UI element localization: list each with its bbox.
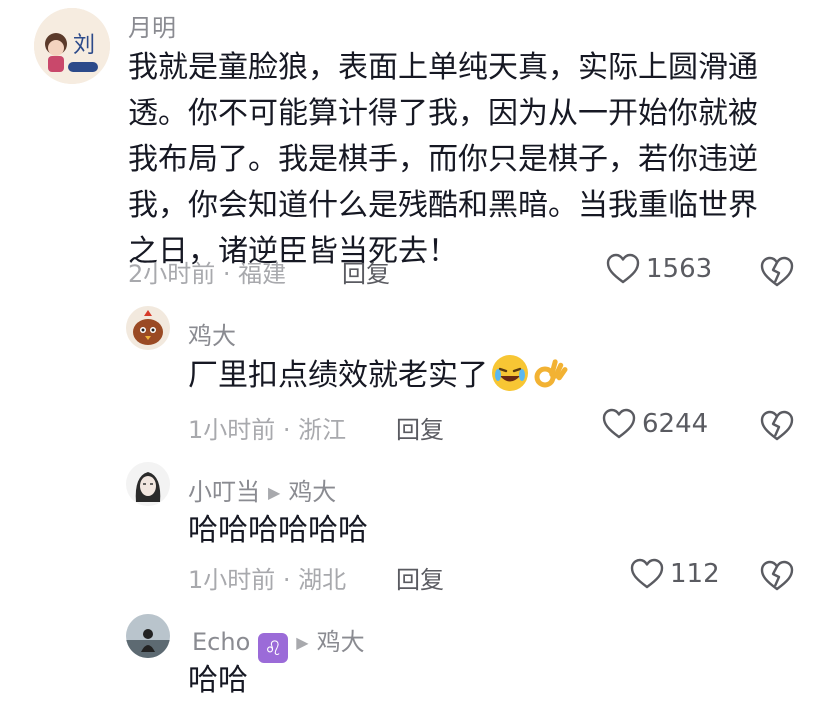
comment-author[interactable]: 鸡大 [188, 316, 236, 351]
avatar[interactable] [126, 462, 170, 506]
comment-author[interactable]: Echo [192, 628, 250, 656]
heart-icon [606, 253, 640, 285]
comment-meta: 2小时前 · 福建 [128, 260, 287, 288]
comment-text: 哈哈 [188, 663, 248, 698]
like-count: 1563 [646, 254, 713, 284]
comment-author[interactable]: 月明 [128, 8, 176, 43]
comment-text: 我就是童脸狼，表面上单纯天真，实际上圆滑通透。你不可能算计得了我，因为从一开始你… [128, 50, 758, 269]
like-button[interactable]: 1563 [606, 253, 712, 285]
zodiac-badge-icon: ♌ [258, 633, 289, 663]
comment-meta: 1小时前 · 湖北 [188, 566, 347, 594]
dislike-button[interactable] [760, 256, 794, 288]
comment-author[interactable]: 小叮当 [188, 478, 260, 506]
avatar[interactable] [126, 306, 170, 350]
comment-text: 厂里扣点绩效就老实了 [188, 358, 488, 393]
broken-heart-icon [760, 410, 794, 442]
comment-text-row: 厂里扣点绩效就老实了 [188, 353, 568, 399]
laughing-crying-emoji [492, 355, 528, 391]
svg-text:刘: 刘 [73, 33, 95, 58]
like-count: 6244 [642, 409, 709, 439]
ok-hand-emoji [532, 355, 568, 391]
like-button[interactable]: 6244 [602, 408, 708, 440]
dislike-button[interactable] [760, 560, 794, 592]
dislike-button[interactable] [760, 410, 794, 442]
like-count: 112 [670, 559, 720, 589]
reply-button[interactable]: 回复 [396, 410, 444, 445]
reply-button[interactable]: 回复 [396, 560, 444, 595]
heart-icon [630, 558, 664, 590]
like-button[interactable]: 112 [630, 558, 720, 590]
broken-heart-icon [760, 560, 794, 592]
reply-target[interactable]: 鸡大 [288, 478, 336, 506]
reply-button[interactable]: 回复 [342, 254, 390, 289]
comment-text: 哈哈哈哈哈哈 [188, 513, 368, 548]
comment-author-line: 小叮当 ▶ 鸡大 [188, 472, 336, 507]
comment-author-line: Echo ♌ ▶ 鸡大 [192, 622, 365, 663]
reply-arrow-icon: ▶ [268, 483, 281, 502]
avatar[interactable]: 刘 [34, 8, 110, 84]
reply-target[interactable]: 鸡大 [317, 628, 365, 656]
avatar[interactable] [126, 614, 170, 658]
reply-arrow-icon: ▶ [296, 633, 309, 652]
heart-icon [602, 408, 636, 440]
comment-meta: 1小时前 · 浙江 [188, 416, 347, 444]
broken-heart-icon [760, 256, 794, 288]
